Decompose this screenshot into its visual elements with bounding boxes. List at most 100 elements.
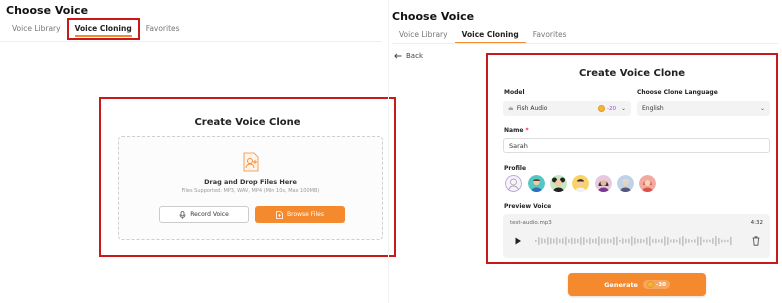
waveform-bar xyxy=(565,236,567,246)
waveform-bar xyxy=(550,237,552,245)
waveform-bar xyxy=(646,237,648,245)
waveform-bar xyxy=(556,237,558,245)
play-icon[interactable] xyxy=(514,237,522,245)
tab-favorites[interactable]: Favorites xyxy=(526,28,574,44)
waveform-bar xyxy=(658,239,660,243)
waveform-bar xyxy=(718,237,720,245)
waveform-bar xyxy=(673,239,675,243)
waveform-bar xyxy=(706,239,708,243)
chevron-down-icon: ⌄ xyxy=(759,105,765,112)
waveform-bar xyxy=(574,238,576,244)
trash-icon[interactable] xyxy=(752,236,760,246)
waveform-bar xyxy=(610,239,612,243)
tab-voice-cloning[interactable]: Voice Cloning xyxy=(66,18,140,40)
waveform-bar xyxy=(559,238,561,244)
waveform-bar xyxy=(721,239,723,243)
model-select[interactable]: ≐ Fish Audio -20 ⌄ xyxy=(503,101,631,116)
avatar-option[interactable] xyxy=(528,175,545,192)
waveform-bar xyxy=(724,239,726,243)
waveform-bar xyxy=(703,239,705,243)
avatar-option[interactable] xyxy=(572,175,589,192)
audio-player: test-audio.mp3 4:32 xyxy=(503,214,770,258)
record-voice-label: Record Voice xyxy=(190,211,229,218)
waveform-bar xyxy=(553,238,555,244)
waveform-bar xyxy=(535,240,537,242)
page-title: Choose Voice xyxy=(6,4,89,17)
waveform-bar xyxy=(682,236,684,246)
waveform-bar xyxy=(628,238,630,244)
cost-badge: -20 xyxy=(597,105,616,112)
file-dropzone[interactable]: Drag and Drop Files Here Files Supported… xyxy=(118,136,383,240)
waveform-bar xyxy=(676,239,678,243)
tab-voice-cloning[interactable]: Voice Cloning xyxy=(454,28,526,44)
waveform-bar xyxy=(613,237,615,245)
required-marker: * xyxy=(525,127,529,134)
avatar-option[interactable] xyxy=(505,175,522,192)
waveform-bar xyxy=(667,237,669,245)
dropzone-hint: Files Supported: MP3, WAV, MP4 (Min 10s,… xyxy=(181,188,320,194)
tab-voice-library[interactable]: Voice Library xyxy=(6,18,67,40)
audio-duration: 4:32 xyxy=(750,220,763,226)
waveform-bar xyxy=(712,238,714,244)
waveform-bar xyxy=(631,236,633,246)
language-select[interactable]: English ⌄ xyxy=(637,101,770,116)
waveform-bar xyxy=(604,238,606,244)
waveform-bar xyxy=(727,239,729,243)
waveform-bar xyxy=(709,239,711,243)
waveform-bar xyxy=(679,237,681,245)
avatar-option[interactable] xyxy=(639,175,656,192)
preview-voice-label: Preview Voice xyxy=(504,203,552,210)
waveform-bar xyxy=(655,238,657,244)
panel-separator xyxy=(388,0,389,303)
create-voice-clone-form: Create Voice Clone Model Choose Clone La… xyxy=(486,53,778,264)
waveform-bar xyxy=(541,238,543,244)
waveform-bar xyxy=(700,236,702,246)
person-upload-icon xyxy=(243,152,259,172)
waveform-bar xyxy=(688,239,690,243)
name-label-text: Name xyxy=(504,127,524,134)
voice-tabs: Voice Library Voice Cloning Favorites xyxy=(392,28,574,44)
panel-title: Create Voice Clone xyxy=(578,68,686,79)
divider xyxy=(0,41,382,42)
waveform-bar xyxy=(607,238,609,244)
language-label: Choose Clone Language xyxy=(637,89,718,96)
name-value: Sarah xyxy=(509,141,528,150)
avatar-option[interactable] xyxy=(550,175,567,192)
model-cost: -20 xyxy=(606,105,616,112)
waveform-bar xyxy=(562,238,564,244)
model-label: Model xyxy=(504,89,525,96)
waveform-bar xyxy=(697,236,699,246)
back-label: Back xyxy=(406,52,423,60)
generate-button[interactable]: Generate -30 xyxy=(568,273,706,296)
model-value: Fish Audio xyxy=(516,105,548,112)
waveform-bar xyxy=(661,238,663,244)
avatar-option[interactable] xyxy=(595,175,612,192)
tab-voice-library[interactable]: Voice Library xyxy=(392,28,455,44)
record-voice-button[interactable]: Record Voice xyxy=(159,206,249,223)
waveform-bar xyxy=(592,239,594,243)
waveform-bar xyxy=(730,236,732,246)
waveform[interactable] xyxy=(535,235,735,247)
waveform-bar xyxy=(583,237,585,245)
divider xyxy=(392,43,778,44)
back-button[interactable]: Back xyxy=(394,52,423,60)
name-input[interactable]: Sarah xyxy=(503,138,770,153)
page-title: Choose Voice xyxy=(392,10,475,23)
avatar-option[interactable] xyxy=(617,175,634,192)
microphone-icon xyxy=(179,210,186,219)
waveform-bar xyxy=(649,236,651,246)
browse-files-button[interactable]: Browse Files xyxy=(255,206,345,223)
language-value: English xyxy=(642,105,664,112)
waveform-bar xyxy=(595,238,597,244)
waveform-bar xyxy=(589,237,591,245)
tab-favorites[interactable]: Favorites xyxy=(140,18,186,40)
waveform-bar xyxy=(664,236,666,246)
waveform-bar xyxy=(715,236,717,246)
fish-icon: ≐ xyxy=(508,104,514,113)
waveform-bar xyxy=(625,239,627,243)
waveform-bar xyxy=(652,239,654,243)
waveform-bar xyxy=(601,238,603,244)
tab-label: Voice Cloning xyxy=(74,24,132,37)
waveform-bar xyxy=(616,236,618,246)
file-upload-icon xyxy=(276,210,283,219)
